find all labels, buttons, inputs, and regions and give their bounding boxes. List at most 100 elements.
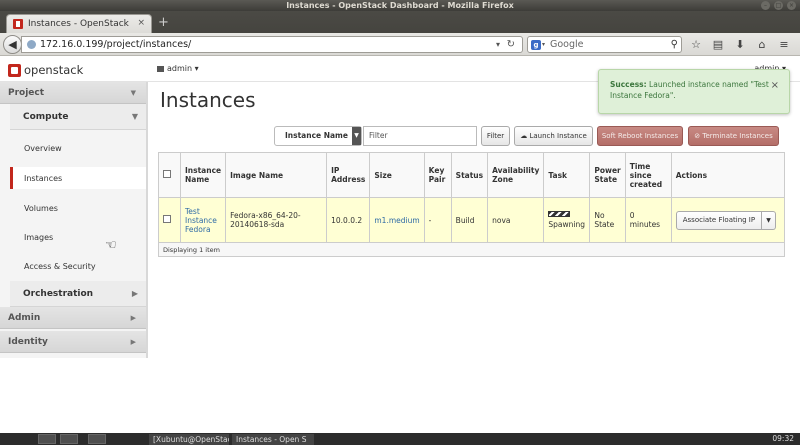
dashboard-identity[interactable]: Identity ▶ — [0, 331, 146, 353]
tab-close-icon[interactable]: × — [137, 18, 145, 28]
task-label: Spawning — [548, 220, 585, 229]
taskbar: [Xubuntu@OpenStac Instances - Open S 09:… — [0, 433, 800, 445]
browser-tab-instances[interactable]: Instances - OpenStack × — [6, 14, 152, 33]
dashboard-admin[interactable]: Admin ▶ — [0, 307, 146, 329]
ip-address-cell: 10.0.0.2 — [326, 197, 371, 243]
sidebar-item-volumes[interactable]: Volumes — [10, 197, 146, 219]
window-controls: – □ × — [761, 1, 796, 10]
desktop-icon[interactable] — [88, 434, 106, 444]
dashboard-project[interactable]: Project ▼ — [0, 82, 146, 104]
column-header[interactable]: Instance Name — [179, 152, 227, 198]
openstack-favicon-icon — [13, 19, 23, 29]
column-header[interactable]: Availability Zone — [487, 152, 545, 198]
alert-title: Success: — [610, 80, 647, 89]
minimize-icon[interactable]: – — [761, 1, 770, 10]
openstack-logo[interactable]: openstack — [8, 63, 83, 77]
table-footer-row: Displaying 1 item — [158, 242, 785, 257]
actions-cell: Associate Floating IP ▼ — [670, 197, 786, 243]
toolbar-icons: ☆ ▤ ⬇ ⌂ ≡ — [687, 36, 793, 53]
progress-spinner-icon — [548, 211, 571, 217]
logo-text: openstack — [24, 63, 84, 77]
instances-table: Instance Name Image Name IP Address Size… — [158, 152, 786, 257]
taskbar-item-terminal[interactable]: [Xubuntu@OpenStac — [149, 434, 229, 445]
tab-strip: Instances - OpenStack × + — [0, 11, 800, 33]
app-launcher-icon[interactable] — [38, 434, 56, 444]
orchestration-label: Orchestration — [23, 288, 94, 299]
time-since-created-cell: 0 minutes — [624, 197, 672, 243]
column-header[interactable]: Power State — [589, 152, 626, 198]
tab-label: Instances - OpenStack — [28, 19, 129, 29]
download-icon[interactable]: ⬇ — [731, 36, 749, 53]
new-tab-button[interactable]: + — [158, 16, 169, 29]
launch-instance-button[interactable]: ☁ Launch Instance — [514, 126, 593, 146]
sidebar-item-access-security[interactable]: Access & Security — [10, 255, 146, 277]
url-bar[interactable]: 172.16.0.199/project/instances/ ▾ ↻ — [21, 36, 523, 53]
sidebar-item-overview[interactable]: Overview — [10, 137, 146, 159]
instance-name-link[interactable]: Test Instance Fedora — [185, 207, 217, 234]
select-all-header — [158, 152, 181, 198]
sidebar-item-instances[interactable]: Instances — [10, 167, 146, 189]
column-header[interactable]: Status — [450, 152, 489, 198]
hand-cursor-icon: ☜ — [105, 238, 117, 253]
launch-instance-label: Launch Instance — [529, 132, 587, 140]
table-footer: Displaying 1 item — [158, 242, 785, 257]
url-dropdown-icon[interactable]: ▾ — [496, 37, 500, 52]
column-header[interactable]: Time since created — [624, 152, 672, 198]
instance-name-cell: Test Instance Fedora — [179, 197, 227, 243]
table-header-row: Instance Name Image Name IP Address Size… — [158, 152, 786, 198]
back-button[interactable]: ◀ — [3, 35, 22, 54]
alert-close-icon[interactable]: × — [771, 80, 779, 91]
filter-button[interactable]: Filter — [481, 126, 510, 146]
terminate-icon: ⊘ — [694, 132, 701, 140]
close-icon[interactable]: × — [787, 1, 796, 10]
menu-icon[interactable]: ≡ — [775, 36, 793, 53]
sidebar-item-images[interactable]: Images — [10, 226, 146, 248]
success-alert: Success: Launched instance named "Test I… — [598, 69, 790, 114]
associate-floating-ip-button[interactable]: Associate Floating IP — [675, 210, 763, 230]
column-header[interactable]: Image Name — [225, 152, 328, 198]
openstack-logo-icon — [8, 63, 21, 77]
row-checkbox[interactable] — [163, 215, 171, 223]
terminal-icon[interactable] — [60, 434, 78, 444]
search-bar[interactable]: g ▾ Google ⚲ — [527, 36, 682, 53]
terminate-instances-button[interactable]: ⊘ Terminate Instances — [688, 126, 779, 146]
chevron-right-icon: ▶ — [131, 289, 138, 298]
size-link[interactable]: m1.medium — [374, 216, 419, 225]
url-text[interactable]: 172.16.0.199/project/instances/ — [40, 37, 191, 52]
filter-field-label: Instance Name — [285, 131, 348, 140]
column-header[interactable]: IP Address — [326, 152, 371, 198]
select-all-checkbox[interactable] — [163, 170, 171, 178]
project-icon — [157, 65, 164, 72]
filter-field-select[interactable]: Instance Name ▼ — [274, 126, 362, 146]
status-cell: Build — [450, 197, 489, 243]
column-header[interactable]: Size — [369, 152, 425, 198]
search-icon[interactable]: ⚲ — [671, 37, 678, 52]
column-header[interactable]: Key Pair — [423, 152, 452, 198]
bookmark-star-icon[interactable]: ☆ — [687, 36, 705, 53]
navigation-toolbar: ◀ 172.16.0.199/project/instances/ ▾ ↻ g … — [0, 33, 800, 56]
column-header[interactable]: Task — [543, 152, 591, 198]
availability-zone-cell: nova — [487, 197, 545, 243]
column-header: Actions — [670, 152, 786, 198]
search-input[interactable]: Google — [550, 37, 584, 52]
maximize-icon[interactable]: □ — [774, 1, 783, 10]
project-switcher[interactable]: admin ▾ — [157, 64, 199, 73]
panel-group-compute[interactable]: Compute ▼ — [10, 104, 146, 130]
page-title: Instances — [160, 88, 256, 112]
home-icon[interactable]: ⌂ — [753, 36, 771, 53]
chevron-right-icon: ▶ — [130, 338, 136, 346]
google-icon[interactable]: g — [531, 40, 541, 50]
panel-group-orchestration[interactable]: Orchestration ▶ — [10, 281, 146, 307]
bookmarks-icon[interactable]: ▤ — [709, 36, 727, 53]
more-actions-dropdown-icon[interactable]: ▼ — [762, 210, 777, 230]
filter-input[interactable]: Filter — [363, 126, 477, 146]
globe-icon — [27, 40, 36, 49]
reload-icon[interactable]: ↻ — [507, 37, 515, 52]
row-actions: Associate Floating IP ▼ — [675, 210, 780, 230]
soft-reboot-button[interactable]: Soft Reboot Instances — [597, 126, 683, 146]
key-pair-cell: - — [423, 197, 452, 243]
clock: 09:32 — [772, 434, 794, 443]
search-engine-dropdown-icon[interactable]: ▾ — [542, 37, 545, 52]
chevron-down-icon: ▼ — [130, 89, 136, 97]
taskbar-item-firefox[interactable]: Instances - Open S — [232, 434, 314, 445]
